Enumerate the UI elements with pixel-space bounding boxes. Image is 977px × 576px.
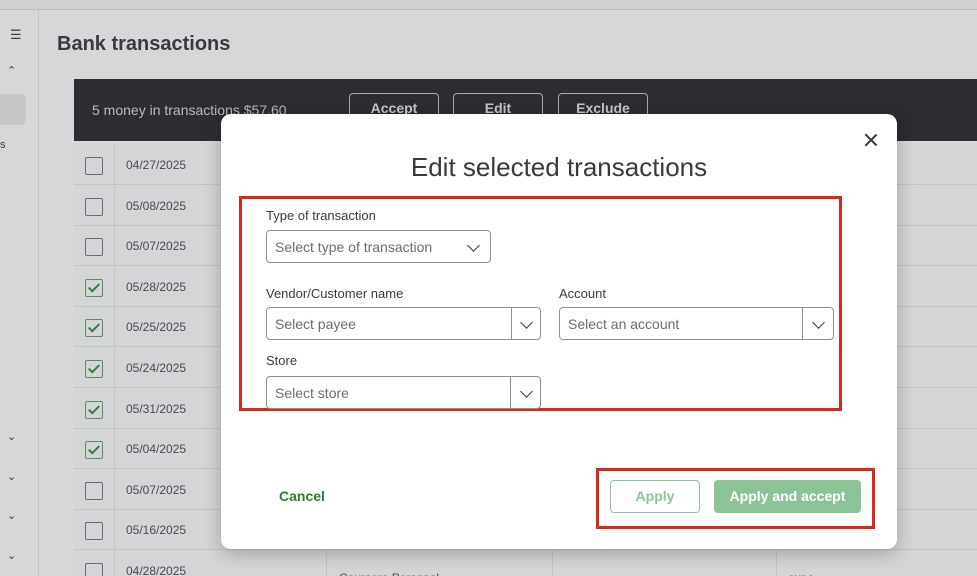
row-checkbox[interactable] [85,319,103,337]
row-date: 04/27/2025 [126,158,187,172]
apply-button[interactable]: Apply [610,480,700,513]
select-divider [510,377,511,408]
type-of-transaction-select[interactable]: Select type of transaction [266,230,491,263]
row-date: 04/28/2025 [126,564,187,576]
left-sidebar: ☰ ⌃ s ⌄ ⌄ ⌄ ⌄ [0,10,39,576]
row-checkbox[interactable] [85,157,103,175]
row-date: 05/04/2025 [126,442,187,456]
account-label: Account [559,286,606,301]
checkbox-cell [74,348,115,388]
store-placeholder: Select store [275,385,349,401]
checkbox-cell [74,510,115,550]
row-checkbox[interactable] [85,482,103,500]
checkbox-cell [74,429,115,469]
checkbox-cell [74,307,115,347]
column-divider [326,545,327,576]
sidebar-item-label[interactable]: s [0,139,6,151]
row-date: 05/07/2025 [126,483,187,497]
row-checkbox[interactable] [85,198,103,216]
type-of-transaction-label: Type of transaction [266,208,376,223]
row-checkbox[interactable] [85,360,103,378]
column-divider [776,545,777,576]
chevron-down-icon[interactable] [812,316,825,329]
row-checkbox[interactable] [85,279,103,297]
row-checkbox[interactable] [85,238,103,256]
chevron-up-icon[interactable]: ⌃ [7,64,16,77]
vendor-placeholder: Select payee [275,316,356,332]
chevron-down-icon [467,239,480,252]
checkbox-cell [74,145,115,185]
row-date: 05/07/2025 [126,239,187,253]
row-date: 05/28/2025 [126,280,187,294]
vendor-label: Vendor/Customer name [266,286,404,301]
close-icon[interactable] [862,131,880,149]
cancel-button[interactable]: Cancel [279,488,325,504]
column-divider [552,545,553,576]
checkbox-cell [74,186,115,226]
modal-title: Edit selected transactions [410,152,708,182]
chevron-down-icon[interactable] [520,385,533,398]
store-select[interactable]: Select store [266,376,541,409]
row-date: 05/08/2025 [126,199,187,213]
row-description: Coursera Personal [339,571,439,576]
row-checkbox[interactable] [85,522,103,540]
page-title: Bank transactions [57,33,231,55]
chevron-down-icon[interactable] [520,316,533,329]
account-select[interactable]: Select an account [559,307,834,340]
sidebar-active-item[interactable] [0,94,26,125]
top-bar [0,0,977,10]
row-date: 05/16/2025 [126,523,187,537]
store-label: Store [266,353,298,368]
account-placeholder: Select an account [568,316,680,332]
select-divider [802,308,803,339]
checkbox-cell [74,267,115,307]
checkbox-cell [74,226,115,266]
chevron-down-icon[interactable]: ⌄ [7,430,16,443]
row-date: 05/31/2025 [126,402,187,416]
table-row[interactable]: 04/28/2025 Coursera Personal expe [74,551,977,576]
apply-and-accept-button[interactable]: Apply and accept [714,480,861,513]
row-checkbox[interactable] [85,441,103,459]
checkbox-cell [74,389,115,429]
type-of-transaction-placeholder: Select type of transaction [275,239,433,255]
row-checkbox[interactable] [85,401,103,419]
chevron-down-icon[interactable]: ⌄ [7,509,16,522]
select-divider [511,308,512,339]
chevron-down-icon[interactable]: ⌄ [7,549,16,562]
checkbox-cell [74,551,115,576]
row-category: expe [788,571,814,576]
row-checkbox[interactable] [85,563,103,576]
edit-transactions-modal: Edit selected transactions Type of trans… [221,114,897,549]
row-date: 05/24/2025 [126,361,187,375]
vendor-select[interactable]: Select payee [266,307,541,340]
collapse-menu-icon[interactable]: ☰ [10,28,22,43]
chevron-down-icon[interactable]: ⌄ [7,470,16,483]
row-date: 05/25/2025 [126,320,187,334]
checkbox-cell [74,470,115,510]
